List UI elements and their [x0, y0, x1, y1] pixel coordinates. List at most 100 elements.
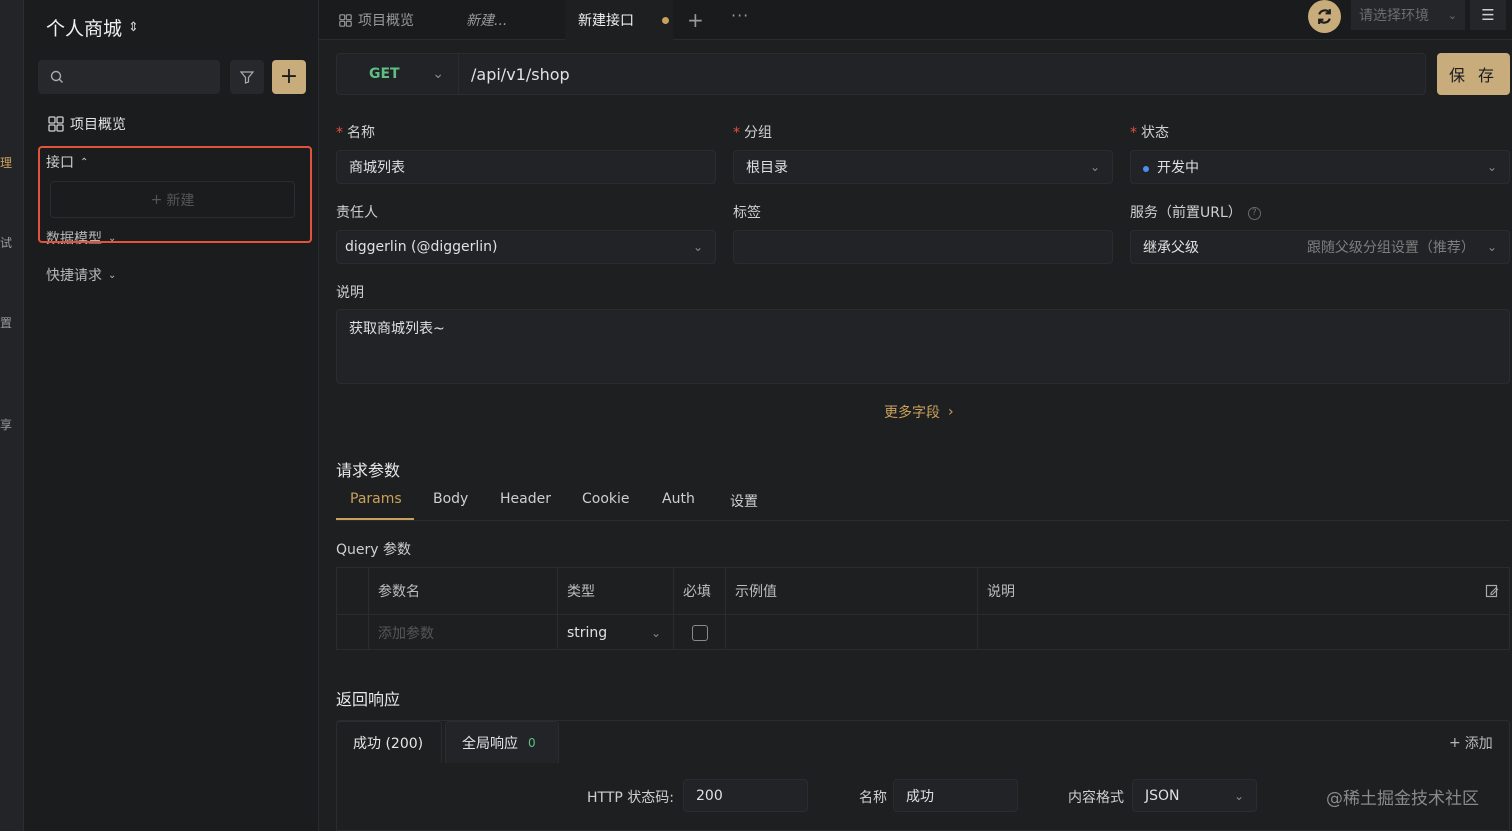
column-header-required: 必填	[673, 568, 725, 614]
group-label: * 分组	[733, 125, 772, 141]
status-select[interactable]: 开发中 ⌄	[1130, 150, 1510, 184]
column-header-example: 示例值	[725, 568, 977, 614]
chevron-down-icon: ⌄	[1089, 160, 1100, 174]
param-example-input[interactable]	[725, 615, 977, 650]
tab-params[interactable]: Params	[350, 491, 402, 507]
param-name-input[interactable]: 添加参数	[368, 615, 557, 650]
bulk-edit-icon[interactable]	[1485, 584, 1499, 598]
query-params-label: Query 参数	[336, 542, 411, 558]
grid-icon	[339, 13, 352, 27]
search-icon	[50, 70, 63, 83]
owner-select[interactable]: diggerlin (@diggerlin) ⌄	[336, 230, 716, 264]
group-value: 根目录	[746, 160, 788, 176]
response-tab-success[interactable]: 成功 (200)	[336, 721, 442, 763]
plus-icon: +	[1449, 735, 1461, 751]
group-select[interactable]: 根目录 ⌄	[733, 150, 1113, 184]
rail-item-test[interactable]: 试	[0, 234, 14, 251]
method-select[interactable]: GET ⌄	[337, 54, 459, 94]
service-value: 继承父级	[1143, 240, 1199, 256]
project-switcher[interactable]: 个人商城 ⇕	[46, 14, 139, 41]
filter-icon	[240, 71, 254, 84]
tab-overview[interactable]: 项目概览	[339, 0, 414, 40]
chevron-down-icon: ⌄	[1486, 160, 1497, 174]
main-panel: GET ⌄ /api/v1/shop 保 存 * 名称 商城列表 * 分组 根目录 ⌄…	[319, 40, 1512, 831]
response-tab-label: 成功 (200)	[353, 735, 424, 752]
menu-button[interactable]: ☰	[1470, 0, 1506, 30]
request-params-title: 请求参数	[336, 461, 401, 480]
tab-body[interactable]: Body	[433, 491, 468, 507]
required-checkbox[interactable]	[691, 624, 708, 641]
sync-icon	[1318, 9, 1331, 24]
service-hint: 跟随父级分组设置（推荐）	[1306, 240, 1475, 256]
status-code-value: 200	[696, 787, 723, 804]
search-input[interactable]	[38, 60, 220, 94]
column-header-name: 参数名	[368, 568, 557, 614]
table-row: 添加参数 string ⌄	[337, 615, 1509, 650]
chevron-down-icon: ⌄	[432, 66, 444, 82]
description-textarea[interactable]: 获取商城列表~	[336, 309, 1510, 384]
chevron-down-icon: ⌄	[1447, 8, 1457, 22]
name-field[interactable]: 商城列表	[336, 150, 716, 184]
status-dot	[1143, 166, 1149, 172]
sidebar-item-label: 项目概览	[70, 117, 126, 133]
query-params-table: 参数名 类型 必填 示例值 说明 添加参数 string ⌄	[336, 567, 1510, 650]
sidebar-section-quick-request[interactable]: 快捷请求 ⌄	[46, 265, 116, 285]
add-response-button[interactable]: + 添加	[1449, 733, 1493, 753]
table-header-row: 参数名 类型 必填 示例值 说明	[337, 568, 1509, 615]
tab-bar: 项目概览 新建... 新建接口 + ··· 请选择环境 ⌄ ☰	[319, 0, 1512, 40]
grid-icon	[48, 116, 64, 132]
save-button[interactable]: 保 存	[1437, 53, 1510, 95]
tags-input[interactable]	[733, 230, 1113, 264]
tab-header[interactable]: Header	[500, 491, 551, 507]
more-tabs-button[interactable]: ···	[731, 6, 749, 25]
response-tab-global[interactable]: 全局响应 0	[445, 721, 559, 763]
environment-placeholder: 请选择环境	[1359, 8, 1429, 24]
filter-button[interactable]	[230, 60, 264, 94]
tab-new-draft[interactable]: 新建...	[466, 0, 507, 40]
tab-settings[interactable]: 设置	[730, 491, 758, 511]
left-rail: 理 试 置 享	[0, 0, 24, 831]
chevron-down-icon: ⌄	[1233, 788, 1244, 803]
param-type-value: string	[567, 624, 608, 641]
rail-item-manage[interactable]: 理	[0, 154, 14, 171]
param-required-cell	[673, 615, 725, 650]
chevron-down-icon: ⌄	[108, 269, 117, 281]
tab-label: 项目概览	[358, 13, 414, 29]
owner-label: 责任人	[336, 205, 378, 221]
sidebar-item-overview[interactable]: 项目概览	[48, 114, 126, 134]
status-label: * 状态	[1130, 125, 1169, 141]
url-input[interactable]: /api/v1/shop	[471, 65, 570, 84]
content-type-select[interactable]: JSON ⌄	[1132, 779, 1257, 812]
param-type-select[interactable]: string ⌄	[557, 615, 673, 650]
column-header-type: 类型	[557, 568, 673, 614]
response-tab-label: 全局响应	[462, 735, 518, 752]
more-fields-button[interactable]: 更多字段 ›	[884, 402, 954, 422]
chevron-right-icon: ›	[948, 404, 954, 420]
service-select[interactable]: 继承父级 跟随父级分组设置（推荐） ⌄	[1130, 230, 1510, 264]
ellipsis-icon: ···	[731, 6, 750, 25]
rail-item-settings[interactable]: 置	[0, 314, 14, 331]
environment-select[interactable]: 请选择环境 ⌄	[1351, 0, 1465, 30]
switch-icon: ⇕	[128, 20, 139, 35]
tab-cookie[interactable]: Cookie	[582, 491, 630, 507]
add-button[interactable]: +	[272, 60, 306, 94]
hamburger-icon: ☰	[1481, 6, 1495, 24]
response-name-input[interactable]: 成功	[893, 779, 1018, 812]
description-label: 说明	[336, 285, 364, 301]
owner-value: diggerlin (@diggerlin)	[345, 239, 498, 255]
status-code-input[interactable]: 200	[683, 779, 808, 812]
tab-new-api[interactable]: 新建接口	[565, 0, 673, 40]
method-value: GET	[369, 66, 400, 82]
add-tab-button[interactable]: +	[687, 8, 704, 32]
add-response-label: 添加	[1464, 736, 1493, 752]
sync-button[interactable]	[1308, 0, 1341, 33]
tab-auth[interactable]: Auth	[662, 491, 695, 507]
watermark: @稀土掘金技术社区	[1326, 789, 1479, 809]
active-tab-indicator	[336, 518, 414, 520]
param-description-input[interactable]	[977, 615, 1509, 650]
help-icon[interactable]: ?	[1247, 206, 1261, 220]
status-value: 开发中	[1157, 160, 1199, 176]
annotation-highlight-box	[38, 146, 312, 243]
tab-label: 新建接口	[578, 13, 634, 29]
rail-item-share[interactable]: 享	[0, 416, 14, 433]
